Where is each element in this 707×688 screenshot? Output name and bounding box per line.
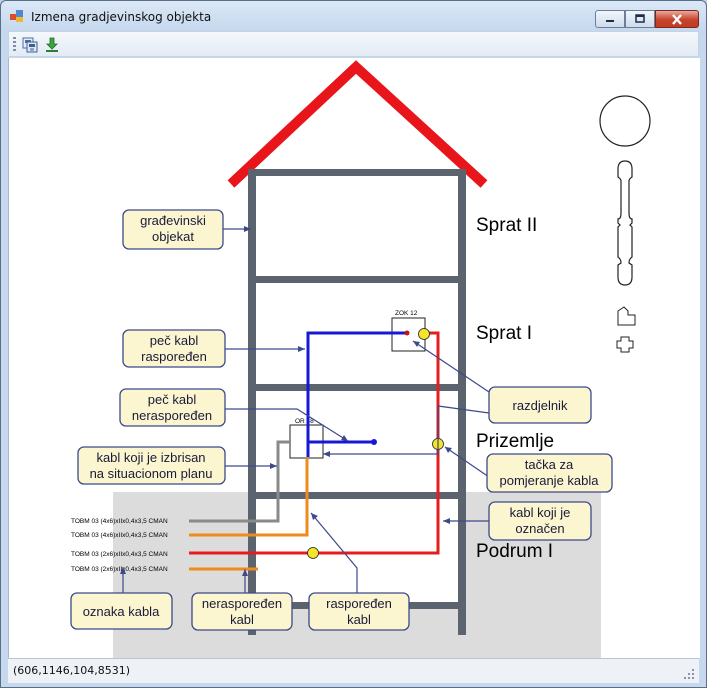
cable-label[interactable]: TOBM 03 (2x6)xIIx0,4x3,5 CMAN: [71, 566, 168, 573]
maximize-button[interactable]: [625, 10, 655, 28]
svg-text:na situacionom planu: na situacionom planu: [90, 466, 213, 481]
navigation-palette: [599, 95, 651, 353]
floor-label-prizemlje: Prizemlje: [476, 431, 554, 452]
callout-tacka-za-pomjeranje[interactable]: tačka za pomjeranje kabla: [486, 453, 613, 493]
cable-label[interactable]: TOBM 03 (2x6)xIIx0,4x3,5 CMAN: [71, 551, 168, 558]
svg-text:peč kabl: peč kabl: [148, 392, 197, 407]
toolbar-grip[interactable]: [13, 37, 16, 51]
close-icon: [672, 13, 682, 25]
roof[interactable]: [227, 60, 488, 188]
app-window: Izmena gradjevinskog objekta Sprat II Sp…: [0, 0, 707, 688]
crosshair-tool-icon[interactable]: [616, 336, 634, 353]
window-title: Izmena gradjevinskog objekta: [31, 10, 212, 24]
floor-label-podrum: Podrum I: [476, 541, 553, 562]
svg-text:građevinski: građevinski: [140, 213, 206, 228]
callout-rasporedjen-kabl[interactable]: raspoređen kabl: [308, 592, 410, 631]
svg-text:raspoređen: raspoređen: [326, 596, 392, 611]
svg-text:objekat: objekat: [152, 229, 194, 244]
save-layout-button[interactable]: [20, 35, 40, 54]
svg-text:razdjelnik: razdjelnik: [513, 398, 568, 413]
cable-label[interactable]: TOBM 03 (4x6)xIIx0,4x3,5 CMAN: [71, 532, 168, 539]
svg-text:kabl: kabl: [347, 612, 371, 627]
svg-text:kabl koji je: kabl koji je: [510, 505, 571, 520]
svg-text:neraspoređen: neraspoređen: [132, 408, 212, 423]
svg-text:neraspoređen: neraspoređen: [202, 596, 282, 611]
building-diagram[interactable]: Sprat II Sprat I Prizemlje Podrum I ZOK …: [9, 58, 700, 658]
zoom-slider[interactable]: [617, 160, 633, 286]
minimize-button[interactable]: [595, 10, 625, 28]
resize-grip-icon[interactable]: [683, 668, 695, 680]
svg-text:pomjeranje kabla: pomjeranje kabla: [499, 473, 599, 488]
zok-label: ZOK 12: [395, 310, 418, 317]
floor-label-sprat1: Sprat I: [476, 323, 532, 344]
toolbar: [8, 31, 699, 57]
svg-text:raspoređen: raspoređen: [141, 349, 207, 364]
title-bar[interactable]: Izmena gradjevinskog objekta: [1, 1, 706, 31]
callout-nerasporedjen-kabl[interactable]: neraspoređen kabl: [191, 592, 293, 631]
callout-oznaka-kabla[interactable]: oznaka kabla: [70, 592, 173, 630]
pan-circle-control[interactable]: [599, 95, 651, 147]
callout-kabl-izbrisan[interactable]: kabl koji je izbrisan na situacionom pla…: [77, 446, 226, 485]
svg-text:kabl: kabl: [230, 612, 254, 627]
callout-pec-kabl-nerasporedjen[interactable]: peč kabl neraspoređen: [119, 388, 226, 427]
app-icon: [10, 10, 23, 22]
maximize-icon: [635, 14, 645, 23]
status-bar: (606,1146,104,8531): [8, 658, 699, 683]
svg-text:označen: označen: [515, 521, 564, 536]
callout-razdjelnik[interactable]: razdjelnik: [488, 386, 592, 424]
download-button[interactable]: [42, 35, 62, 54]
save-layout-icon: [22, 37, 38, 52]
blue-cable-endpoint[interactable]: [371, 439, 377, 445]
svg-text:kabl koji je izbrisan: kabl koji je izbrisan: [96, 450, 205, 465]
floor-label-sprat2: Sprat II: [476, 215, 537, 236]
callout-pec-kabl-rasporedjen[interactable]: peč kabl raspoređen: [122, 329, 226, 368]
svg-text:tačka za: tačka za: [525, 457, 574, 472]
drawing-canvas[interactable]: Sprat II Sprat I Prizemlje Podrum I ZOK …: [8, 58, 700, 658]
minimize-icon: [606, 20, 614, 22]
svg-text:peč kabl: peč kabl: [150, 333, 199, 348]
hand-tool-icon[interactable]: [617, 306, 636, 326]
close-button[interactable]: [655, 10, 699, 28]
cable-handle-point[interactable]: [307, 547, 319, 559]
cable-handle-point[interactable]: [418, 328, 430, 340]
window-controls: [595, 10, 699, 29]
or-label: OR 48: [295, 418, 314, 425]
download-arrow-icon: [46, 37, 58, 52]
red-cable-endpoint[interactable]: [404, 330, 410, 336]
callout-gradjevinski-objekat[interactable]: građevinski objekat: [122, 209, 224, 250]
callout-kabl-oznacen[interactable]: kabl koji je označen: [488, 501, 592, 541]
cable-label[interactable]: TOBM 03 (4x6)xIIx0,4x3,5 CMAN: [71, 518, 168, 525]
coordinates-readout: (606,1146,104,8531): [13, 664, 131, 677]
svg-text:oznaka kabla: oznaka kabla: [83, 604, 160, 619]
